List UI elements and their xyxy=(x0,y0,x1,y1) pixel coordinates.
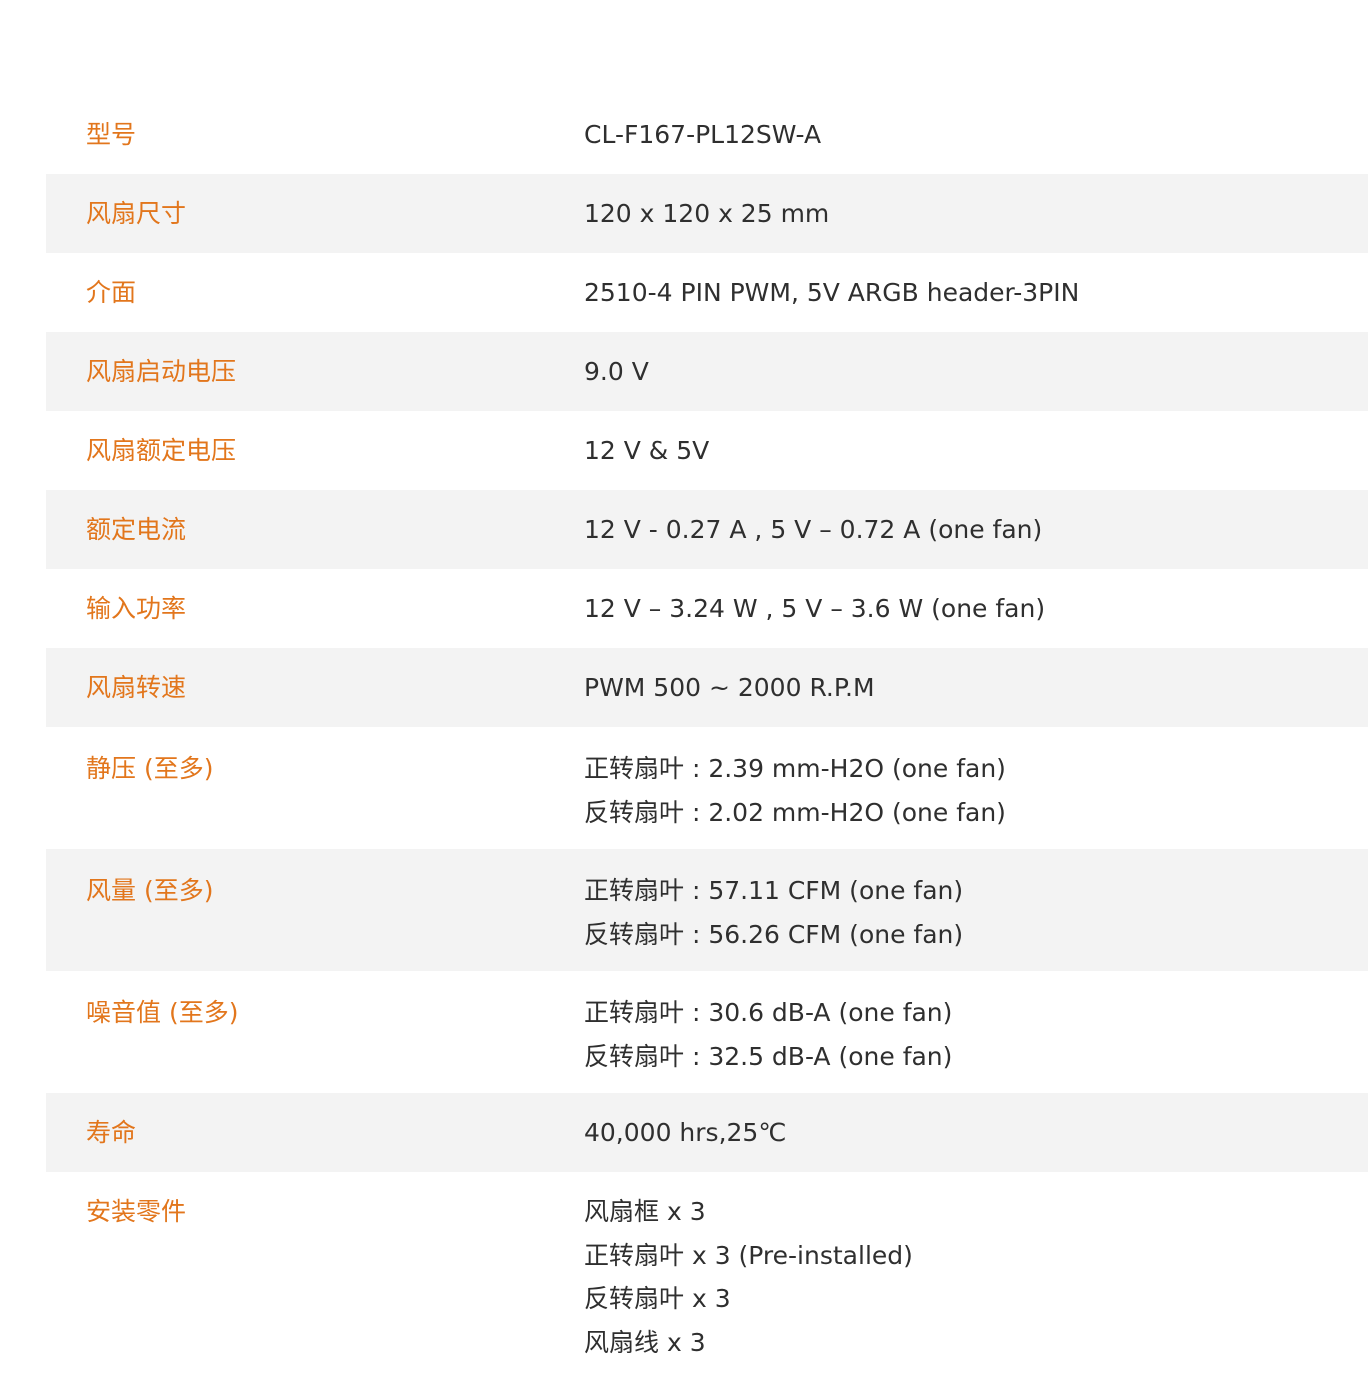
spec-table: 型号 CL-F167-PL12SW-A 风扇尺寸 120 x 120 x 25 … xyxy=(46,95,1368,1382)
spec-label: 噪音值 (至多) xyxy=(86,998,239,1027)
spec-row-input-power: 输入功率 12 V – 3.24 W , 5 V – 3.6 W (one fa… xyxy=(46,569,1368,648)
spec-row-start-voltage: 风扇启动电压 9.0 V xyxy=(46,332,1368,411)
spec-value: 12 V & 5V xyxy=(584,429,1368,473)
spec-value: 120 x 120 x 25 mm xyxy=(584,192,1368,236)
spec-value-line: 反转扇叶 : 56.26 CFM (one fan) xyxy=(584,919,964,949)
spec-label: 风扇尺寸 xyxy=(86,199,187,228)
spec-value: PWM 500 ~ 2000 R.P.M xyxy=(584,666,1368,710)
spec-value: 12 V – 3.24 W , 5 V – 3.6 W (one fan) xyxy=(584,587,1368,631)
spec-value-line: 反转扇叶 : 32.5 dB-A (one fan) xyxy=(584,1041,953,1071)
spec-label: 风扇额定电压 xyxy=(86,436,237,465)
spec-row-rated-current: 额定电流 12 V - 0.27 A , 5 V – 0.72 A (one f… xyxy=(46,490,1368,569)
spec-value: 风扇框 x 3 正转扇叶 x 3 (Pre-installed) 反转扇叶 x … xyxy=(584,1190,1368,1364)
spec-row-accessories: 安装零件 风扇框 x 3 正转扇叶 x 3 (Pre-installed) 反转… xyxy=(46,1172,1368,1382)
spec-row-model: 型号 CL-F167-PL12SW-A xyxy=(46,95,1368,174)
spec-value-line: 12 V & 5V xyxy=(584,436,710,465)
spec-row-fan-speed: 风扇转速 PWM 500 ~ 2000 R.P.M xyxy=(46,648,1368,727)
spec-label: 风扇启动电压 xyxy=(86,357,237,386)
spec-value: 40,000 hrs,25℃ xyxy=(584,1111,1368,1155)
spec-label: 型号 xyxy=(86,120,137,149)
spec-value-line: 120 x 120 x 25 mm xyxy=(584,199,830,228)
spec-value-line: 正转扇叶 : 57.11 CFM (one fan) xyxy=(584,876,964,905)
spec-value-line: 12 V - 0.27 A , 5 V – 0.72 A (one fan) xyxy=(584,515,1043,544)
spec-label: 风扇转速 xyxy=(86,673,187,702)
spec-value: 9.0 V xyxy=(584,350,1368,394)
spec-label: 输入功率 xyxy=(86,594,187,623)
spec-value-line: 2510-4 PIN PWM, 5V ARGB header-3PIN xyxy=(584,278,1080,307)
spec-label: 安装零件 xyxy=(86,1197,187,1226)
spec-value-line: 9.0 V xyxy=(584,357,649,386)
spec-value-line: 12 V – 3.24 W , 5 V – 3.6 W (one fan) xyxy=(584,594,1046,623)
spec-value-line: 正转扇叶 : 30.6 dB-A (one fan) xyxy=(584,998,953,1027)
spec-row-airflow: 风量 (至多) 正转扇叶 : 57.11 CFM (one fan) 反转扇叶 … xyxy=(46,849,1368,971)
spec-label: 寿命 xyxy=(86,1118,137,1147)
spec-value-line: CL-F167-PL12SW-A xyxy=(584,120,822,149)
spec-value-line: PWM 500 ~ 2000 R.P.M xyxy=(584,673,875,702)
spec-row-static-pressure: 静压 (至多) 正转扇叶 : 2.39 mm-H2O (one fan) 反转扇… xyxy=(46,727,1368,849)
spec-value-line: 风扇线 x 3 xyxy=(584,1327,706,1357)
spec-value: 12 V - 0.27 A , 5 V – 0.72 A (one fan) xyxy=(584,508,1368,552)
spec-value-line: 40,000 hrs,25℃ xyxy=(584,1118,787,1147)
spec-value: 正转扇叶 : 2.39 mm-H2O (one fan) 反转扇叶 : 2.02… xyxy=(584,747,1368,834)
spec-value-line: 反转扇叶 : 2.02 mm-H2O (one fan) xyxy=(584,797,1006,827)
spec-row-fan-size: 风扇尺寸 120 x 120 x 25 mm xyxy=(46,174,1368,253)
spec-value: 正转扇叶 : 57.11 CFM (one fan) 反转扇叶 : 56.26 … xyxy=(584,869,1368,956)
spec-row-lifespan: 寿命 40,000 hrs,25℃ xyxy=(46,1093,1368,1172)
spec-label: 风量 (至多) xyxy=(86,876,214,905)
spec-value: 2510-4 PIN PWM, 5V ARGB header-3PIN xyxy=(584,271,1368,315)
spec-row-noise: 噪音值 (至多) 正转扇叶 : 30.6 dB-A (one fan) 反转扇叶… xyxy=(46,971,1368,1093)
spec-value-line: 风扇框 x 3 xyxy=(584,1197,706,1226)
spec-row-interface: 介面 2510-4 PIN PWM, 5V ARGB header-3PIN xyxy=(46,253,1368,332)
spec-value-line: 正转扇叶 x 3 (Pre-installed) xyxy=(584,1240,913,1270)
spec-label: 额定电流 xyxy=(86,515,187,544)
spec-row-rated-voltage: 风扇额定电压 12 V & 5V xyxy=(46,411,1368,490)
spec-label: 介面 xyxy=(86,278,137,307)
spec-value: CL-F167-PL12SW-A xyxy=(584,113,1368,157)
spec-value: 正转扇叶 : 30.6 dB-A (one fan) 反转扇叶 : 32.5 d… xyxy=(584,991,1368,1078)
spec-label: 静压 (至多) xyxy=(86,754,214,783)
spec-value-line: 正转扇叶 : 2.39 mm-H2O (one fan) xyxy=(584,754,1006,783)
spec-value-line: 反转扇叶 x 3 xyxy=(584,1284,731,1313)
